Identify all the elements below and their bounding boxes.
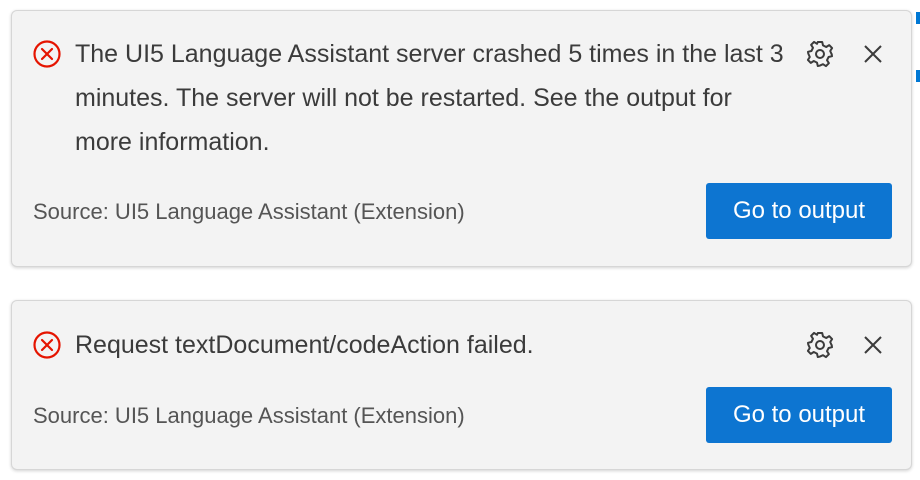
editor-edge-indicator	[916, 12, 920, 24]
notification-message: The UI5 Language Assistant server crashe…	[75, 40, 784, 156]
go-to-output-button[interactable]: Go to output	[706, 183, 892, 239]
notification-toast: The UI5 Language Assistant server crashe…	[11, 10, 912, 267]
close-icon[interactable]	[860, 332, 886, 358]
notification-source: Source: UI5 Language Assistant (Extensio…	[33, 199, 465, 224]
notification-source: Source: UI5 Language Assistant (Extensio…	[33, 403, 465, 428]
error-circle-icon	[33, 331, 61, 359]
go-to-output-button[interactable]: Go to output	[706, 387, 892, 443]
notification-message: Request textDocument/codeAction failed.	[75, 331, 534, 359]
notification-toast: Request textDocument/codeAction failed. …	[11, 300, 912, 470]
gear-icon[interactable]	[805, 39, 835, 69]
close-icon[interactable]	[860, 41, 886, 67]
error-circle-icon	[33, 40, 61, 68]
editor-edge-indicator	[916, 70, 920, 82]
gear-icon[interactable]	[805, 330, 835, 360]
